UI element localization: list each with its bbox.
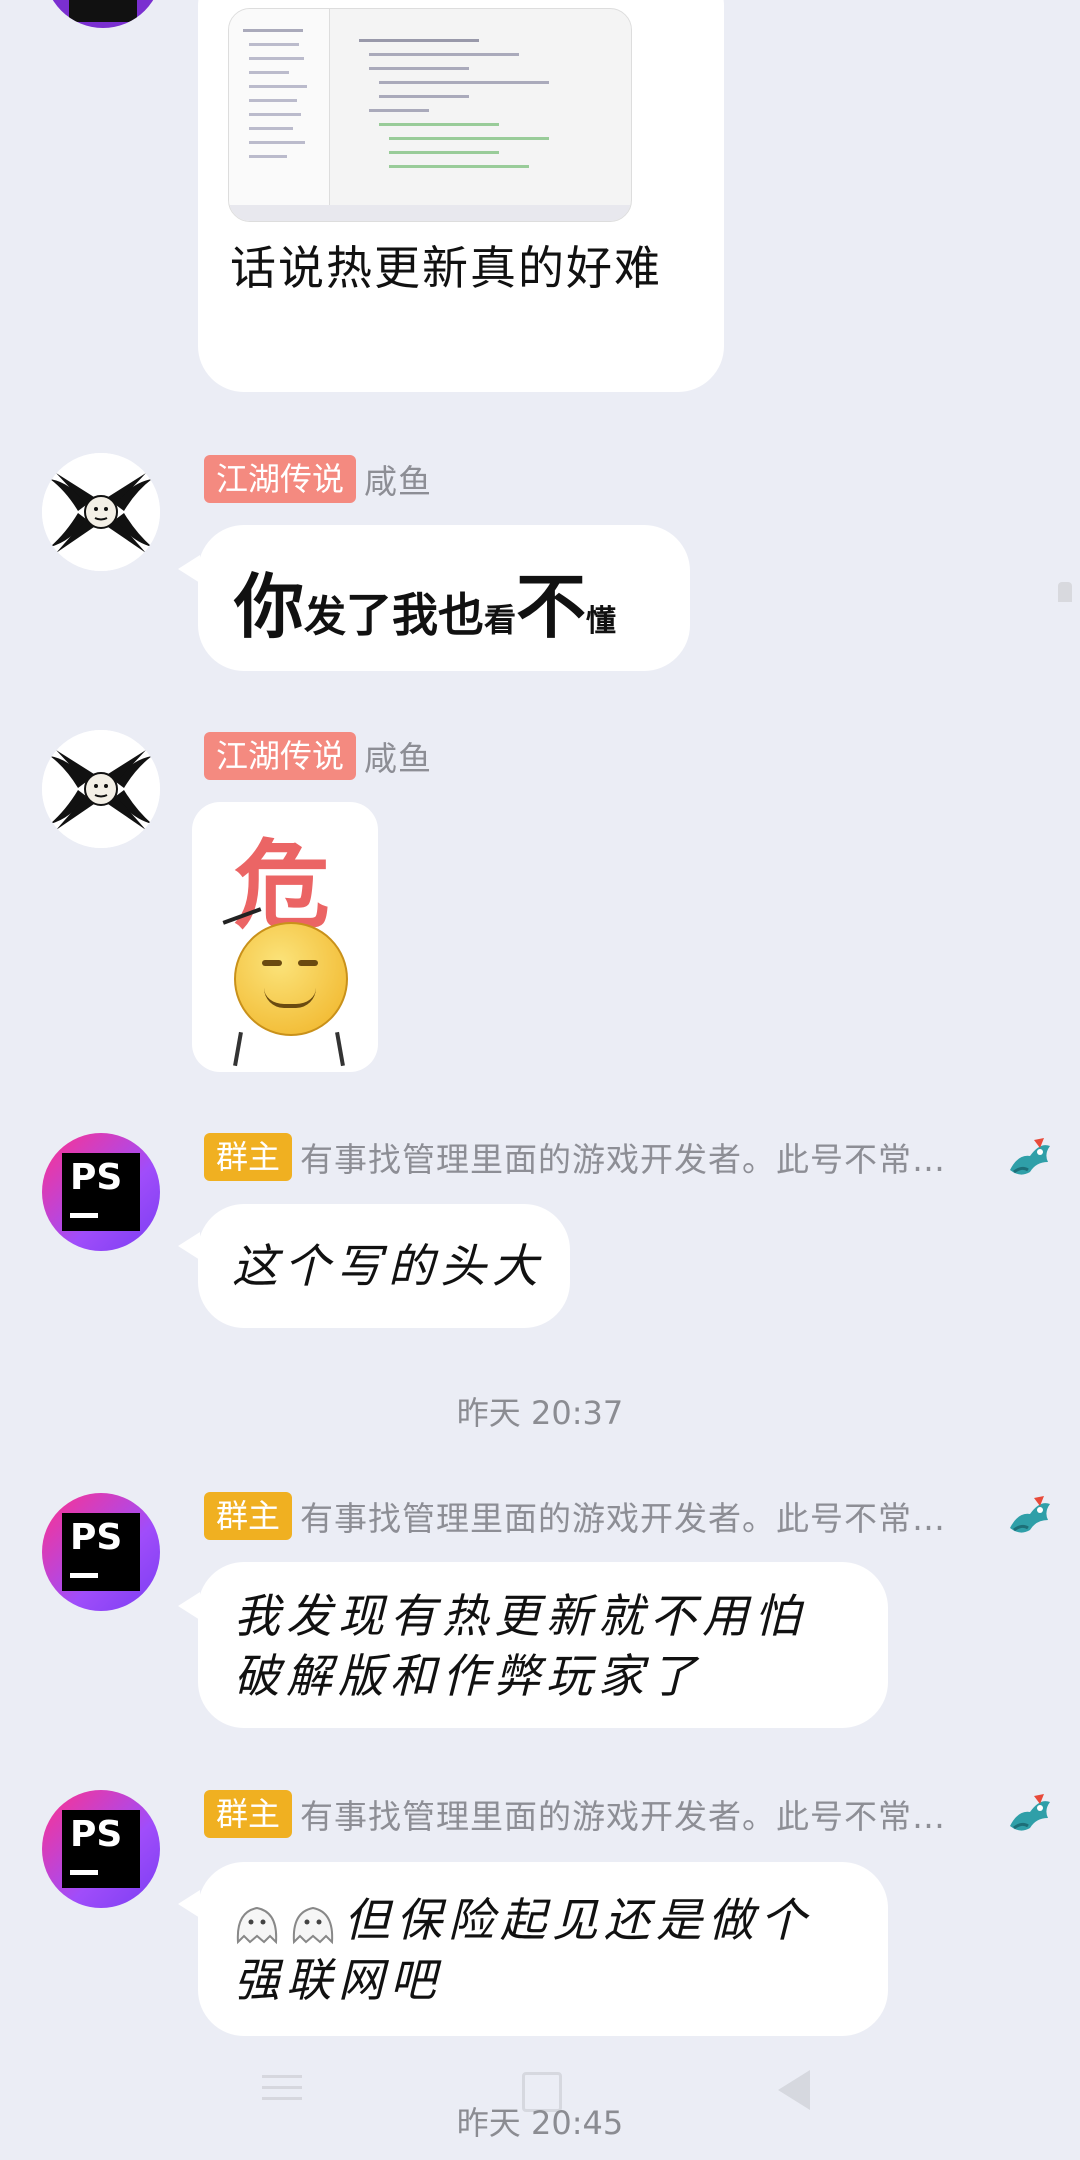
ps-logo-icon: PS (62, 1810, 140, 1888)
title-tag: 江湖传说 (204, 732, 357, 780)
message-text: 我发现有热更新就不用怕破解版和作弊玩家了 (234, 1589, 806, 1703)
sender-nickname[interactable]: 有事找管理里面的游戏开发者。此号不常… (300, 1133, 946, 1181)
sender-nickname[interactable]: 有事找管理里面的游戏开发者。此号不常… (300, 1492, 946, 1540)
message-bubble[interactable]: 但保险起见还是做个强联网吧 (198, 1862, 888, 2036)
avatar-group-owner[interactable]: PS (42, 1133, 160, 1251)
sender-name-row: 江湖传说 咸鱼 (204, 455, 432, 503)
dragon-level-badge-icon (1004, 1490, 1054, 1540)
message-text: 这个写的头大 (232, 1239, 544, 1293)
message-bubble[interactable]: 这个写的头大 (198, 1204, 570, 1328)
ps-logo-icon: PS (62, 1153, 140, 1231)
sender-name-row: 江湖传说 咸鱼 (204, 732, 432, 780)
message-bubble[interactable]: 你发了我也看不懂 (198, 525, 690, 671)
dragon-level-badge-icon (1004, 1132, 1054, 1182)
sender-name-row: 群主 有事找管理里面的游戏开发者。此号不常… (204, 1790, 984, 1838)
sticker-image[interactable]: 危 (192, 802, 378, 1072)
owner-tag: 群主 (204, 1790, 293, 1838)
smiley-face-icon (234, 922, 348, 1036)
scroll-handle[interactable] (1058, 582, 1072, 602)
message-bubble-image[interactable]: 话说热更新真的好难 (198, 0, 724, 392)
ps-logo-icon: PS (62, 1513, 140, 1591)
message-text-styled: 你发了我也看不懂 (234, 565, 617, 648)
message-text: 话说热更新真的好难 (230, 241, 662, 295)
owner-tag: 群主 (204, 1492, 293, 1540)
bubble-tail (178, 1592, 200, 1620)
code-screenshot-image[interactable] (228, 8, 632, 222)
owner-tag: 群主 (204, 1133, 293, 1181)
sender-name-row: 群主 有事找管理里面的游戏开发者。此号不常… (204, 1133, 984, 1181)
avatar-xianyu[interactable] (42, 453, 160, 571)
avatar-group-owner[interactable]: PS (42, 1790, 160, 1908)
bubble-tail (178, 555, 200, 583)
message-bubble[interactable]: 我发现有热更新就不用怕破解版和作弊玩家了 (198, 1562, 888, 1728)
sender-nickname[interactable]: 咸鱼 (364, 732, 432, 780)
timestamp-divider: 昨天 20:45 (456, 2104, 624, 2142)
timestamp-divider: 昨天 20:37 (456, 1394, 624, 1432)
bubble-tail (178, 1890, 200, 1918)
avatar-xianyu[interactable] (42, 730, 160, 848)
bubble-tail (178, 1232, 200, 1260)
sender-nickname[interactable]: 有事找管理里面的游戏开发者。此号不常… (300, 1790, 946, 1838)
avatar-partial[interactable] (44, 0, 162, 28)
title-tag: 江湖传说 (204, 455, 357, 503)
shuriken-avatar-icon (42, 453, 160, 571)
sender-nickname[interactable]: 咸鱼 (364, 455, 432, 503)
message-text: 但保险起见还是做个强联网吧 (234, 1893, 812, 2007)
shuriken-avatar-icon (42, 730, 160, 848)
avatar-group-owner[interactable]: PS (42, 1493, 160, 1611)
sender-name-row: 群主 有事找管理里面的游戏开发者。此号不常… (204, 1492, 984, 1540)
chat-screen: 话说热更新真的好难 江湖传说 咸鱼 你发了我也看不懂 江湖传说 咸鱼 危 PS … (0, 0, 1080, 2160)
dragon-level-badge-icon (1004, 1788, 1054, 1838)
